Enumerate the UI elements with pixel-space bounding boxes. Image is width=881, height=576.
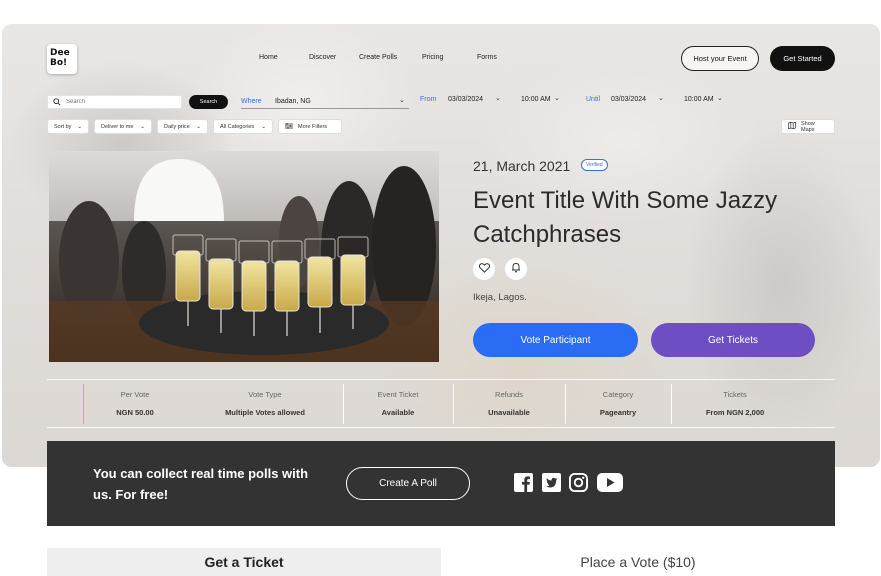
promo-banner: You can collect real time polls with us.… (47, 441, 835, 526)
nav-link-pricing[interactable]: Pricing (422, 54, 443, 61)
stat-per-vote: Per Vote NGN 50.00 (83, 380, 187, 429)
host-event-button[interactable]: Host your Event (681, 46, 759, 71)
tab-get-ticket[interactable]: Get a Ticket (47, 548, 441, 576)
stat-label: Per Vote (120, 390, 150, 399)
from-date[interactable]: 03/03/2024 (448, 96, 483, 103)
map-icon (788, 121, 796, 131)
search-input[interactable] (66, 99, 166, 105)
stat-category: Category Pageantry (565, 380, 671, 429)
logo-line-2: Bo! (50, 58, 68, 68)
favorite-button[interactable] (473, 258, 495, 280)
search-button[interactable]: Search (189, 95, 228, 109)
stat-label: Event Ticket (377, 390, 419, 399)
filter-categories-label: All Categories (220, 123, 255, 130)
filter-daily-price[interactable]: Daily price ⌄ (157, 119, 208, 134)
stat-label: Category (602, 390, 634, 399)
more-filters-label: More Filters (298, 123, 328, 130)
until-date-chevron-down-icon[interactable]: ⌄ (658, 94, 664, 102)
where-chevron-down-icon[interactable]: ⌄ (399, 96, 405, 104)
sliders-icon (285, 122, 293, 131)
show-maps-button[interactable]: Show Maps (781, 119, 835, 134)
more-filters-button[interactable]: More Filters (278, 119, 342, 134)
filter-daily-price-label: Daily price (164, 123, 190, 130)
search-icon (53, 93, 61, 111)
stat-vote-type: Vote Type Multiple Votes allowed (187, 380, 343, 429)
show-maps-label: Show Maps (801, 120, 815, 133)
vote-participant-button[interactable]: Vote Participant (473, 323, 638, 357)
from-time-chevron-down-icon[interactable]: ⌄ (554, 94, 560, 102)
stat-event-ticket: Event Ticket Available (343, 380, 453, 429)
filter-sort-by[interactable]: Sort by ⌄ (47, 119, 89, 134)
verified-badge: Verified (581, 159, 608, 171)
stat-value: Unavailable (488, 408, 530, 417)
where-label: Where (241, 98, 262, 105)
stat-label: Tickets (723, 390, 747, 399)
event-location: Ikeja, Lagos. (473, 292, 527, 303)
filter-deliver-label: Deliver to me (101, 123, 134, 130)
event-image (49, 151, 439, 362)
stat-label: Vote Type (248, 390, 282, 399)
heart-icon (478, 260, 490, 278)
from-time[interactable]: 10:00 AM (521, 96, 551, 103)
stat-value: Available (381, 408, 415, 417)
where-underline (241, 108, 409, 109)
from-label: From (420, 96, 437, 103)
search-field[interactable] (47, 95, 182, 109)
logo-line-1: Dee (50, 48, 70, 58)
stat-value: Multiple Votes allowed (225, 408, 305, 417)
stat-tickets: Tickets From NGN 2,000 (671, 380, 799, 429)
where-value[interactable]: Ibadan, NG (275, 98, 311, 105)
chevron-down-icon: ⌄ (77, 123, 82, 130)
stat-label: Refunds (495, 390, 523, 399)
nav-link-forms[interactable]: Forms (477, 54, 497, 61)
nav-link-discover[interactable]: Discover (309, 54, 336, 61)
create-poll-button[interactable]: Create A Poll (346, 467, 470, 500)
stat-value: From NGN 2,000 (705, 408, 765, 417)
logo[interactable]: Dee Bo! (47, 44, 77, 74)
twitter-icon[interactable] (542, 473, 561, 497)
get-started-button[interactable]: Get Started (770, 46, 835, 71)
nav-link-home[interactable]: Home (259, 54, 278, 61)
chevron-down-icon: ⌄ (140, 123, 145, 130)
get-tickets-button[interactable]: Get Tickets (651, 323, 815, 357)
filter-deliver-to-me[interactable]: Deliver to me ⌄ (94, 119, 152, 134)
stat-value: NGN 50.00 (116, 408, 154, 417)
from-date-chevron-down-icon[interactable]: ⌄ (495, 94, 501, 102)
event-title: Event Title With Some Jazzy Catchphrases (473, 187, 778, 248)
filter-all-categories[interactable]: All Categories ⌄ (213, 119, 273, 134)
until-time[interactable]: 10:00 AM (684, 96, 714, 103)
nav-link-create-polls[interactable]: Create Polls (359, 54, 397, 61)
until-label: Until (586, 96, 601, 103)
promo-text: You can collect real time polls with us.… (93, 466, 309, 502)
youtube-icon[interactable] (597, 473, 623, 497)
event-date: 21, March 2021 (473, 158, 571, 174)
chevron-down-icon: ⌄ (196, 123, 201, 130)
bell-icon (511, 260, 521, 278)
tab-place-vote[interactable]: Place a Vote ($10) (441, 548, 835, 576)
stat-value: Pageantry (599, 408, 637, 417)
until-time-chevron-down-icon[interactable]: ⌄ (717, 94, 723, 102)
filter-sort-by-label: Sort by (54, 123, 72, 130)
until-date[interactable]: 03/03/2024 (611, 96, 646, 103)
facebook-icon[interactable] (514, 473, 533, 497)
notify-button[interactable] (505, 258, 527, 280)
stat-refunds: Refunds Unavailable (453, 380, 565, 429)
instagram-icon[interactable] (569, 473, 588, 497)
event-stats: Per Vote NGN 50.00 Vote Type Multiple Vo… (47, 379, 835, 428)
chevron-down-icon: ⌄ (261, 123, 266, 130)
